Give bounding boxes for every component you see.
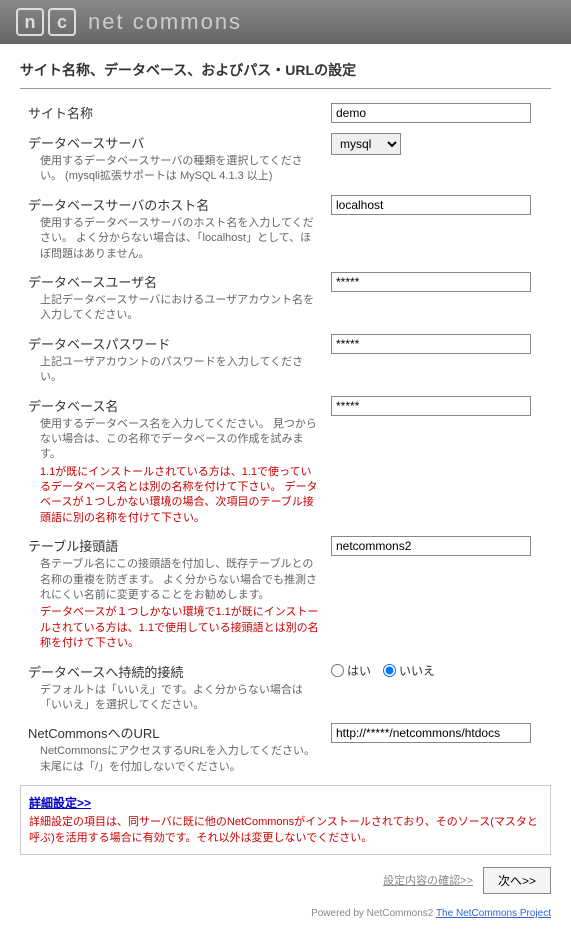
persistent-label: データベースへ持続的接続	[28, 662, 321, 681]
db-host-label: データベースサーバのホスト名	[28, 195, 321, 214]
persistent-no-radio[interactable]	[383, 664, 396, 677]
db-pass-desc: 上記ユーザアカウントのパスワードを入力してください。	[28, 355, 321, 386]
prefix-input[interactable]	[331, 536, 531, 556]
db-server-select[interactable]: mysql	[331, 133, 401, 155]
db-user-desc: 上記データベースサーバにおけるユーザアカウント名を入力してください。	[28, 293, 321, 324]
url-label: NetCommonsへのURL	[28, 723, 321, 742]
db-name-label: データベース名	[28, 396, 321, 415]
confirm-link[interactable]: 設定内容の確認>>	[383, 872, 473, 888]
db-name-warn: 1.1が既にインストールされている方は、1.1で使っているデータベース名とは別の…	[28, 465, 321, 527]
db-pass-label: データベースパスワード	[28, 334, 321, 353]
persistent-desc: デフォルトは「いいえ」です。よく分からない場合は「いいえ」を選択してください。	[28, 683, 321, 714]
logo-c-icon: c	[48, 8, 76, 36]
advanced-box: 詳細設定>> 詳細設定の項目は、同サーバに既に他のNetCommonsがインスト…	[20, 785, 551, 855]
persistent-no-label[interactable]: いいえ	[383, 662, 435, 679]
brand-text: net commons	[88, 9, 242, 35]
page-title: サイト名称、データベース、およびパス・URLの設定	[20, 60, 551, 89]
db-user-input[interactable]	[331, 272, 531, 292]
url-input[interactable]	[331, 723, 531, 743]
next-button[interactable]: 次へ>>	[483, 867, 551, 894]
prefix-desc: 各テーブル名にこの接頭語を付加し、既存テーブルとの名称の重複を防ぎます。 よく分…	[28, 557, 321, 603]
site-name-input[interactable]	[331, 103, 531, 123]
persistent-yes-radio[interactable]	[331, 664, 344, 677]
logo-n-icon: n	[16, 8, 44, 36]
prefix-label: テーブル接頭語	[28, 536, 321, 555]
header: n c net commons	[0, 0, 571, 44]
db-pass-input[interactable]	[331, 334, 531, 354]
db-host-desc: 使用するデータベースサーバのホスト名を入力してください。 よく分からない場合は、…	[28, 216, 321, 262]
db-server-label: データベースサーバ	[28, 133, 321, 152]
advanced-desc: 詳細設定の項目は、同サーバに既に他のNetCommonsがインストールされており…	[29, 815, 542, 846]
site-name-label: サイト名称	[28, 103, 321, 122]
logo: n c	[16, 8, 76, 36]
persistent-yes-label[interactable]: はい	[331, 662, 371, 679]
prefix-warn: データベースが１つしかない環境で1.1が既にインストールされている方は、1.1で…	[28, 605, 321, 651]
db-name-input[interactable]	[331, 396, 531, 416]
powered-by: Powered by NetCommons2 The NetCommons Pr…	[0, 902, 571, 929]
project-link[interactable]: The NetCommons Project	[436, 908, 551, 919]
db-user-label: データベースユーザ名	[28, 272, 321, 291]
db-name-desc: 使用するデータベース名を入力してください。 見つからない場合は、この名称でデータ…	[28, 417, 321, 463]
advanced-link[interactable]: 詳細設定>>	[29, 796, 91, 810]
url-desc: NetCommonsにアクセスするURLを入力してください。 末尾には「/」を付…	[28, 744, 321, 775]
db-server-desc: 使用するデータベースサーバの種類を選択してください。 (mysqli拡張サポート…	[28, 154, 321, 185]
db-host-input[interactable]	[331, 195, 531, 215]
